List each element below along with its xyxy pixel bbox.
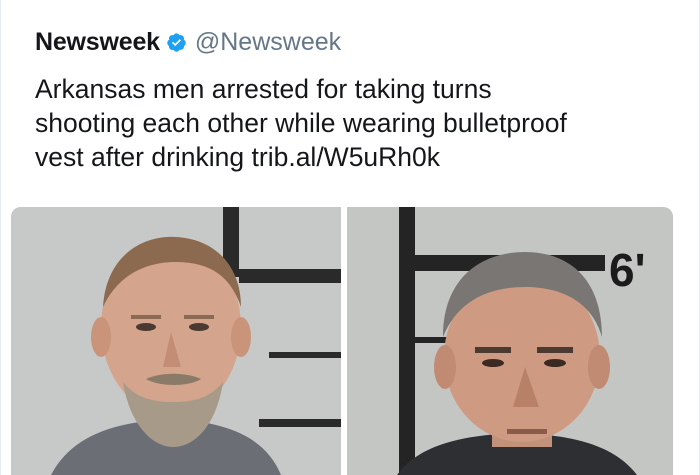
- author-handle[interactable]: @Newsweek: [195, 28, 341, 57]
- mugshot-right-image[interactable]: 6': [347, 207, 673, 475]
- author-name[interactable]: Newsweek: [35, 28, 160, 57]
- tweet-text: Arkansas men arrested for taking turns s…: [35, 74, 567, 172]
- tweet-card[interactable]: Newsweek @Newsweek Arkansas men arrested…: [0, 0, 700, 475]
- tweet-header: Newsweek @Newsweek: [35, 24, 341, 60]
- verified-badge-icon: [166, 32, 187, 53]
- height-chart-label: 6': [609, 244, 646, 296]
- mugshot-left-image[interactable]: [11, 207, 341, 475]
- tweet-media[interactable]: 6': [11, 207, 673, 475]
